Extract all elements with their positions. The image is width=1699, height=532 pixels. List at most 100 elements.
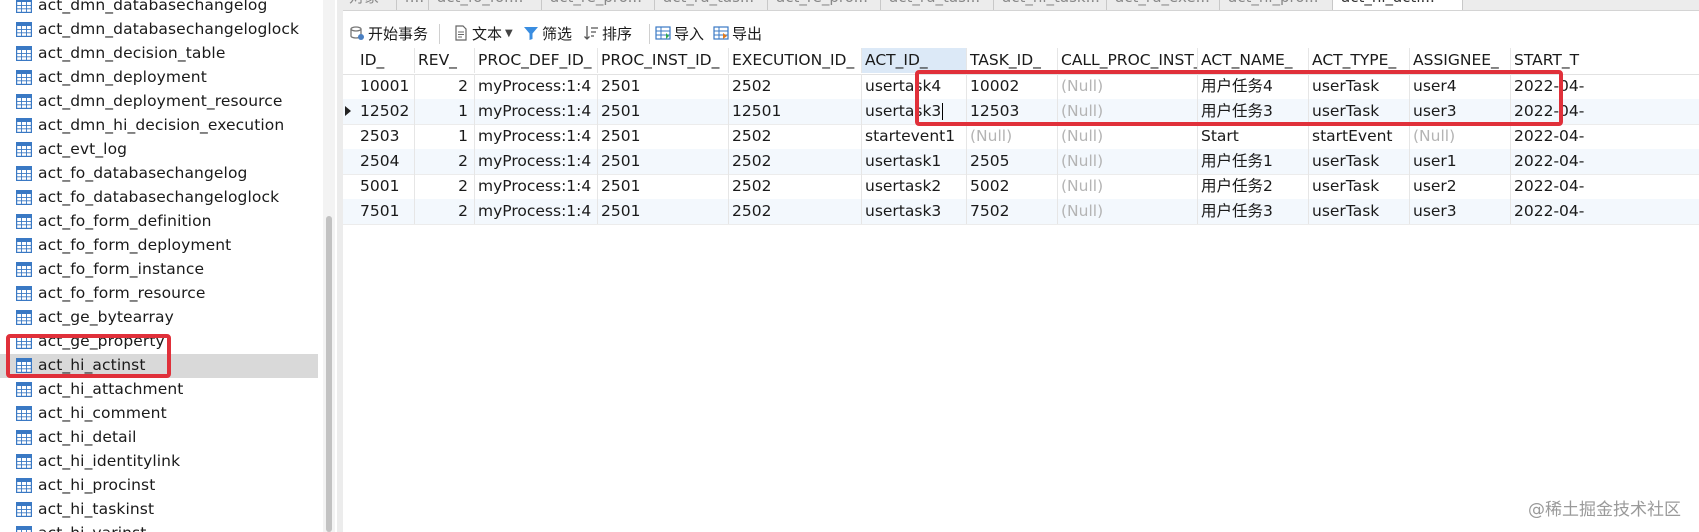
sidebar-table-item[interactable]: act_hi_actinst <box>0 354 318 378</box>
table-cell[interactable]: myProcess:1:4 <box>475 99 598 124</box>
column-header[interactable]: ID_ <box>357 48 415 73</box>
sidebar-table-item[interactable]: act_fo_databasechangeloglock <box>0 186 318 210</box>
column-header[interactable]: REV_ <box>415 48 475 73</box>
column-header[interactable]: ACT_NAME_ <box>1198 48 1309 73</box>
tab-item[interactable]: 对象 <box>343 0 397 10</box>
column-header[interactable]: PROC_DEF_ID_ <box>475 48 598 73</box>
table-cell[interactable]: 12501 <box>729 99 862 124</box>
table-cell[interactable]: user4 <box>1410 74 1511 99</box>
table-cell[interactable]: (Null) <box>1058 74 1198 99</box>
tab-item[interactable]: act_re_pro... <box>768 0 881 10</box>
table-cell[interactable]: 2502 <box>729 124 862 149</box>
sidebar-table-item[interactable]: act_dmn_databasechangelog <box>0 0 318 18</box>
sidebar-table-item[interactable]: act_dmn_deployment <box>0 66 318 90</box>
table-cell[interactable]: 2501 <box>598 124 729 149</box>
table-row[interactable]: 12502 1 myProcess:1:4 2501 12501 usertask3 125… <box>343 99 1699 125</box>
begin-transaction-button[interactable]: 开始事务 <box>349 21 428 45</box>
table-cell[interactable]: userTask <box>1309 149 1410 174</box>
table-cell[interactable]: 2501 <box>598 149 729 174</box>
table-cell[interactable]: (Null) <box>1058 99 1198 124</box>
tab-item[interactable]: act_fo_for... <box>429 0 542 10</box>
table-cell[interactable]: usertask3 <box>862 99 967 124</box>
data-grid[interactable]: ID_ REV_ PROC_DEF_ID_ PROC_INST_ID_ EXECUTIO… <box>343 48 1699 532</box>
tab-item[interactable]: r... <box>397 0 429 10</box>
table-cell[interactable]: user3 <box>1410 199 1511 224</box>
table-cell[interactable]: 2502 <box>729 174 862 199</box>
import-button[interactable]: 导入 <box>655 21 704 45</box>
sidebar-scrollbar-thumb[interactable] <box>326 216 332 532</box>
column-header[interactable]: ACT_ID_ <box>862 48 967 73</box>
table-cell[interactable]: 1 <box>415 124 475 149</box>
table-cell[interactable]: 2504 <box>357 149 415 174</box>
table-cell[interactable]: 用户任务1 <box>1198 149 1309 174</box>
table-cell[interactable]: user3 <box>1410 99 1511 124</box>
table-cell[interactable]: usertask2 <box>862 174 967 199</box>
table-cell[interactable]: userTask <box>1309 99 1410 124</box>
column-header[interactable]: PROC_INST_ID_ <box>598 48 729 73</box>
table-cell[interactable]: 2 <box>415 174 475 199</box>
sidebar-table-item[interactable]: act_dmn_hi_decision_execution <box>0 114 318 138</box>
sidebar-table-item[interactable]: act_fo_form_instance <box>0 258 318 282</box>
table-cell[interactable]: user1 <box>1410 149 1511 174</box>
sidebar-table-item[interactable]: act_evt_log <box>0 138 318 162</box>
table-cell[interactable]: 2503 <box>357 124 415 149</box>
table-cell[interactable]: (Null) <box>1058 124 1198 149</box>
table-cell[interactable]: 2 <box>415 74 475 99</box>
tab-item[interactable]: act_hi_acti... <box>1333 0 1463 10</box>
tab-item[interactable]: act_ru_exe... <box>1107 0 1220 10</box>
table-cell[interactable]: 用户任务2 <box>1198 174 1309 199</box>
table-cell[interactable]: 用户任务3 <box>1198 199 1309 224</box>
sidebar-table-item[interactable]: act_ge_bytearray <box>0 306 318 330</box>
export-button[interactable]: 导出 <box>713 21 762 45</box>
table-cell[interactable]: 2022-04- <box>1511 124 1699 149</box>
table-cell[interactable]: user2 <box>1410 174 1511 199</box>
table-cell[interactable]: 2502 <box>729 149 862 174</box>
table-cell[interactable]: usertask3 <box>862 199 967 224</box>
sidebar-table-item[interactable]: act_dmn_decision_table <box>0 42 318 66</box>
table-cell[interactable]: userTask <box>1309 174 1410 199</box>
column-header[interactable]: ASSIGNEE_ <box>1410 48 1511 73</box>
sidebar-table-item[interactable]: act_fo_databasechangelog <box>0 162 318 186</box>
tab-item[interactable]: act_re_pro... <box>542 0 655 10</box>
sidebar-table-item[interactable]: act_hi_varinst <box>0 522 318 532</box>
table-cell[interactable]: myProcess:1:4 <box>475 149 598 174</box>
table-cell[interactable]: myProcess:1:4 <box>475 199 598 224</box>
table-cell[interactable]: 2022-04- <box>1511 74 1699 99</box>
sidebar-table-item[interactable]: act_fo_form_deployment <box>0 234 318 258</box>
sidebar-table-item[interactable]: act_hi_identitylink <box>0 450 318 474</box>
text-button[interactable]: 文本 ▼ <box>453 21 513 45</box>
sidebar-table-item[interactable]: act_dmn_databasechangeloglock <box>0 18 318 42</box>
table-cell[interactable]: (Null) <box>1058 199 1198 224</box>
table-cell[interactable]: (Null) <box>967 124 1058 149</box>
column-header[interactable]: CALL_PROC_INST_ID_ <box>1058 48 1198 73</box>
table-cell[interactable]: usertask1 <box>862 149 967 174</box>
table-cell[interactable]: 2 <box>415 149 475 174</box>
table-cell[interactable]: 用户任务3 <box>1198 99 1309 124</box>
table-cell[interactable]: userTask <box>1309 74 1410 99</box>
table-cell[interactable]: userTask <box>1309 199 1410 224</box>
sidebar-table-item[interactable]: act_hi_detail <box>0 426 318 450</box>
tab-item[interactable]: act_hi_pro... <box>1220 0 1333 10</box>
table-cell[interactable]: 2501 <box>598 174 729 199</box>
sidebar-table-item[interactable]: act_ge_property <box>0 330 318 354</box>
table-cell[interactable]: 12503 <box>967 99 1058 124</box>
table-cell[interactable]: startEvent <box>1309 124 1410 149</box>
column-header[interactable]: TASK_ID_ <box>967 48 1058 73</box>
column-header[interactable]: ACT_TYPE_ <box>1309 48 1410 73</box>
table-row[interactable]: 10001 2 myProcess:1:4 2501 2502 usertask4 1000… <box>343 74 1699 100</box>
table-cell[interactable]: (Null) <box>1058 149 1198 174</box>
table-cell[interactable]: 7502 <box>967 199 1058 224</box>
tab-item[interactable]: act_ru_tas... <box>655 0 768 10</box>
sidebar-table-item[interactable]: act_fo_form_resource <box>0 282 318 306</box>
table-cell[interactable]: 2501 <box>598 199 729 224</box>
sidebar-table-item[interactable]: act_dmn_deployment_resource <box>0 90 318 114</box>
sidebar-table-item[interactable]: act_hi_attachment <box>0 378 318 402</box>
table-cell[interactable]: myProcess:1:4 <box>475 174 598 199</box>
sidebar-table-item[interactable]: act_fo_form_definition <box>0 210 318 234</box>
table-cell[interactable]: 2022-04- <box>1511 99 1699 124</box>
table-cell[interactable]: 2501 <box>598 99 729 124</box>
table-cell[interactable]: 5002 <box>967 174 1058 199</box>
table-cell[interactable]: 用户任务4 <box>1198 74 1309 99</box>
sidebar-table-item[interactable]: act_hi_comment <box>0 402 318 426</box>
table-cell[interactable]: 2022-04- <box>1511 149 1699 174</box>
